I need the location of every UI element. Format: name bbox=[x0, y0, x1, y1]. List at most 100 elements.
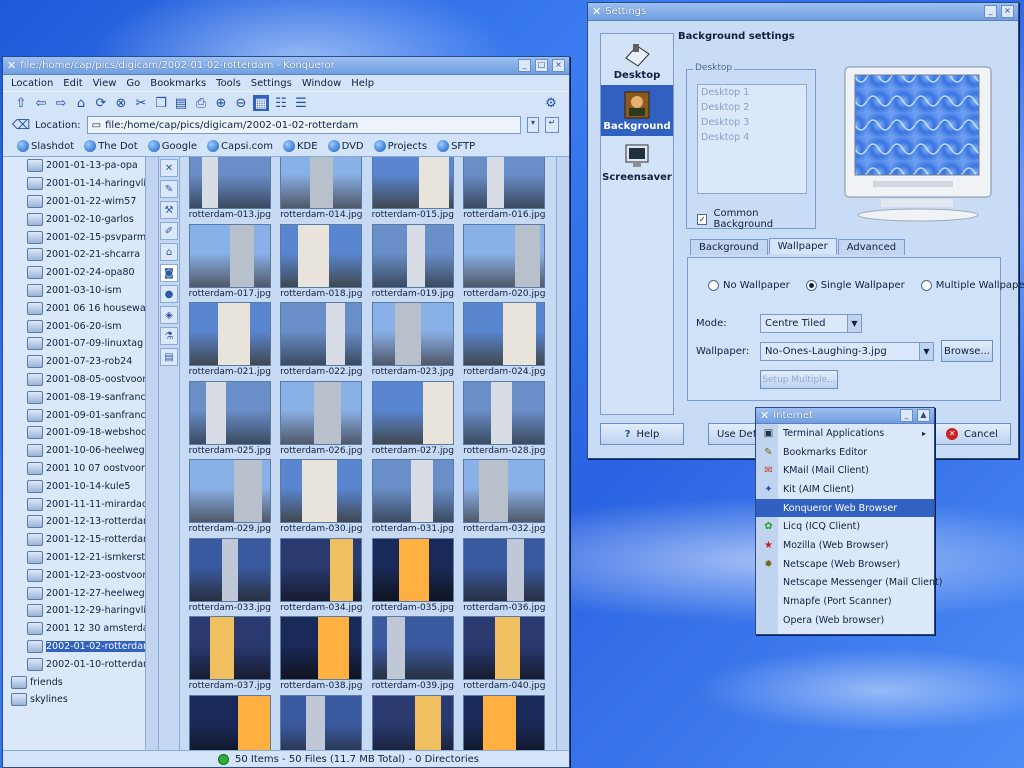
location-history-dropdown[interactable]: ▾ bbox=[527, 117, 539, 133]
thumbnail-item[interactable]: rotterdam-040.jpg bbox=[459, 616, 551, 695]
cut-icon[interactable]: ✂ bbox=[133, 95, 149, 111]
cancel-button[interactable]: ✕ Cancel bbox=[933, 423, 1011, 445]
tree-item[interactable]: 2001-02-24-opa80 bbox=[3, 264, 158, 282]
tree-item[interactable]: 2001-02-15-psvparma bbox=[3, 228, 158, 246]
tree-root-item[interactable]: skylines bbox=[3, 691, 158, 709]
history-tab-icon[interactable]: ✐ bbox=[160, 222, 178, 240]
bookmark-google[interactable]: Google bbox=[147, 140, 197, 152]
tools-tab-icon[interactable]: ⚗ bbox=[160, 327, 178, 345]
thumbnail-item[interactable]: rotterdam-020.jpg bbox=[459, 223, 551, 303]
desktop-list-item[interactable]: Desktop 2 bbox=[698, 100, 806, 115]
thumbnail-item[interactable]: rotterdam-016.jpg bbox=[459, 157, 551, 224]
thumbnail-item[interactable]: rotterdam-015.jpg bbox=[367, 157, 459, 224]
thumbnail-item[interactable] bbox=[367, 694, 459, 751]
menu-bookmarks[interactable]: Bookmarks bbox=[150, 78, 206, 89]
minimize-button[interactable]: _ bbox=[900, 409, 913, 422]
menu-item[interactable]: Opera (Web browser) bbox=[756, 611, 934, 630]
home-tab-icon[interactable]: ⌂ bbox=[160, 243, 178, 261]
tree-item[interactable]: 2001-09-01-sanfrancs bbox=[3, 406, 158, 424]
menu-item[interactable]: ✹ Netscape (Web Browser) bbox=[756, 555, 934, 574]
tree-root-item[interactable]: friends bbox=[3, 673, 158, 691]
bookmark-sftp[interactable]: SFTP bbox=[437, 140, 475, 152]
iconview-scrollbar[interactable] bbox=[556, 157, 569, 751]
close-button[interactable]: ▲ bbox=[917, 409, 930, 422]
thumbnail-item[interactable]: rotterdam-027.jpg bbox=[367, 380, 459, 460]
menu-help[interactable]: Help bbox=[351, 78, 374, 89]
minimize-button[interactable]: _ bbox=[984, 5, 997, 18]
thumbnail-item[interactable]: rotterdam-022.jpg bbox=[276, 302, 368, 381]
thumbnail-item[interactable]: rotterdam-031.jpg bbox=[367, 459, 459, 538]
thumbnail-item[interactable]: rotterdam-039.jpg bbox=[367, 616, 459, 695]
tree-item[interactable]: 2001-12-13-rotterdam bbox=[3, 513, 158, 531]
home-icon[interactable]: ⌂ bbox=[73, 95, 89, 111]
tree-item[interactable]: 2001-01-22-wim57 bbox=[3, 193, 158, 211]
detail-view-icon[interactable]: ☰ bbox=[293, 95, 309, 111]
services-tab-icon[interactable]: ◈ bbox=[160, 306, 178, 324]
menu-item[interactable]: Nmapfe (Port Scanner) bbox=[756, 592, 934, 611]
tree-item[interactable]: 2001 10 07 oostvoorn bbox=[3, 460, 158, 478]
tree-item[interactable]: 2001-06-20-ism bbox=[3, 317, 158, 335]
bookmarks-tab-icon[interactable]: ✎ bbox=[160, 180, 178, 198]
module-desktop[interactable]: Desktop bbox=[601, 34, 673, 85]
close-button[interactable]: × bbox=[1001, 5, 1014, 18]
tree-view-icon[interactable]: ☷ bbox=[273, 95, 289, 111]
tree-item[interactable]: 2001-07-09-linuxtag bbox=[3, 335, 158, 353]
bookmark-capsi[interactable]: Capsi.com bbox=[207, 140, 273, 152]
go-button[interactable]: ↵ bbox=[545, 117, 559, 133]
radio-single-wallpaper[interactable]: Single Wallpaper bbox=[805, 280, 905, 291]
tree-item[interactable]: 2001-02-10-garlos bbox=[3, 210, 158, 228]
bookmark-kde[interactable]: KDE bbox=[282, 140, 318, 152]
desktop-list[interactable]: Desktop 1 Desktop 2 Desktop 3 Desktop 4 bbox=[697, 84, 807, 194]
root-tab-icon[interactable]: ◙ bbox=[160, 264, 178, 282]
bookmark-slashdot[interactable]: Slashdot bbox=[17, 140, 74, 152]
thumbnail-item[interactable]: rotterdam-026.jpg bbox=[276, 380, 368, 460]
paste-icon[interactable]: ▤ bbox=[173, 95, 189, 111]
back-icon[interactable]: ⇦ bbox=[33, 95, 49, 111]
devices-tab-icon[interactable]: ⚒ bbox=[160, 201, 178, 219]
close-button[interactable]: × bbox=[552, 59, 565, 72]
menu-tools[interactable]: Tools bbox=[216, 78, 241, 89]
menu-go[interactable]: Go bbox=[126, 78, 140, 89]
menu-item[interactable]: ✦ Kit (AIM Client) bbox=[756, 480, 934, 499]
tree-item[interactable]: 2001-11-11-mirardace bbox=[3, 495, 158, 513]
tree-item[interactable]: 2001-01-14-haringvliet bbox=[3, 175, 158, 193]
close-sidebar-icon[interactable]: ✕ bbox=[160, 159, 178, 177]
help-button[interactable]: ? Help bbox=[600, 423, 684, 445]
tree-item[interactable]: 2001-08-19-sanfrancs bbox=[3, 388, 158, 406]
copy-icon[interactable]: ❐ bbox=[153, 95, 169, 111]
desktop-list-item[interactable]: Desktop 4 bbox=[698, 130, 806, 145]
thumbnail-item[interactable]: rotterdam-038.jpg bbox=[276, 616, 368, 695]
menu-location[interactable]: Location bbox=[11, 78, 53, 89]
thumbnail-item[interactable]: rotterdam-024.jpg bbox=[459, 302, 551, 381]
menu-item[interactable]: ▣ Terminal Applications ▸ bbox=[756, 424, 934, 443]
browse-button[interactable]: Browse... bbox=[941, 340, 993, 362]
thumbnail-item[interactable] bbox=[276, 694, 368, 751]
tree-item[interactable]: 2002-01-02-rotterdam bbox=[3, 638, 158, 656]
thumbnail-item[interactable]: rotterdam-025.jpg bbox=[184, 380, 276, 460]
minimize-button[interactable]: _ bbox=[518, 59, 531, 72]
thumbnail-item[interactable]: rotterdam-028.jpg bbox=[459, 380, 551, 460]
tree-item[interactable]: 2001-02-21-shcarra bbox=[3, 246, 158, 264]
module-screensaver[interactable]: Screensaver bbox=[601, 136, 673, 187]
thumbnail-item[interactable]: rotterdam-037.jpg bbox=[184, 616, 276, 695]
location-input[interactable]: ▭ file:/home/cap/pics/digicam/2002-01-02… bbox=[86, 116, 521, 134]
tab-advanced[interactable]: Advanced bbox=[837, 239, 906, 255]
tree-item[interactable]: 2001-09-18-webshoot bbox=[3, 424, 158, 442]
stop-icon[interactable]: ⊗ bbox=[113, 95, 129, 111]
menu-edit[interactable]: Edit bbox=[63, 78, 82, 89]
module-background[interactable]: Background bbox=[601, 85, 673, 136]
tree-item[interactable]: 2001-12-27-heelweg bbox=[3, 584, 158, 602]
notes-tab-icon[interactable]: ▤ bbox=[160, 348, 178, 366]
print-icon[interactable]: ⎙ bbox=[193, 95, 209, 111]
window-menu-icon[interactable]: ✕ bbox=[7, 59, 16, 72]
bookmark-dvd[interactable]: DVD bbox=[327, 140, 364, 152]
forward-icon[interactable]: ⇨ bbox=[53, 95, 69, 111]
menu-item[interactable]: ★ Mozilla (Web Browser) bbox=[756, 536, 934, 555]
tab-background[interactable]: Background bbox=[690, 239, 768, 255]
menu-item[interactable]: ◉ Konqueror Web Browser bbox=[756, 498, 934, 518]
setup-multiple-button[interactable]: Setup Multiple... bbox=[760, 370, 838, 389]
reload-icon[interactable]: ⟳ bbox=[93, 95, 109, 111]
settings-titlebar[interactable]: ✕ Settings _ × bbox=[588, 3, 1018, 21]
thumbnail-item[interactable]: rotterdam-013.jpg bbox=[184, 157, 276, 224]
tree-item[interactable]: 2001-08-05-oostvoorn bbox=[3, 371, 158, 389]
